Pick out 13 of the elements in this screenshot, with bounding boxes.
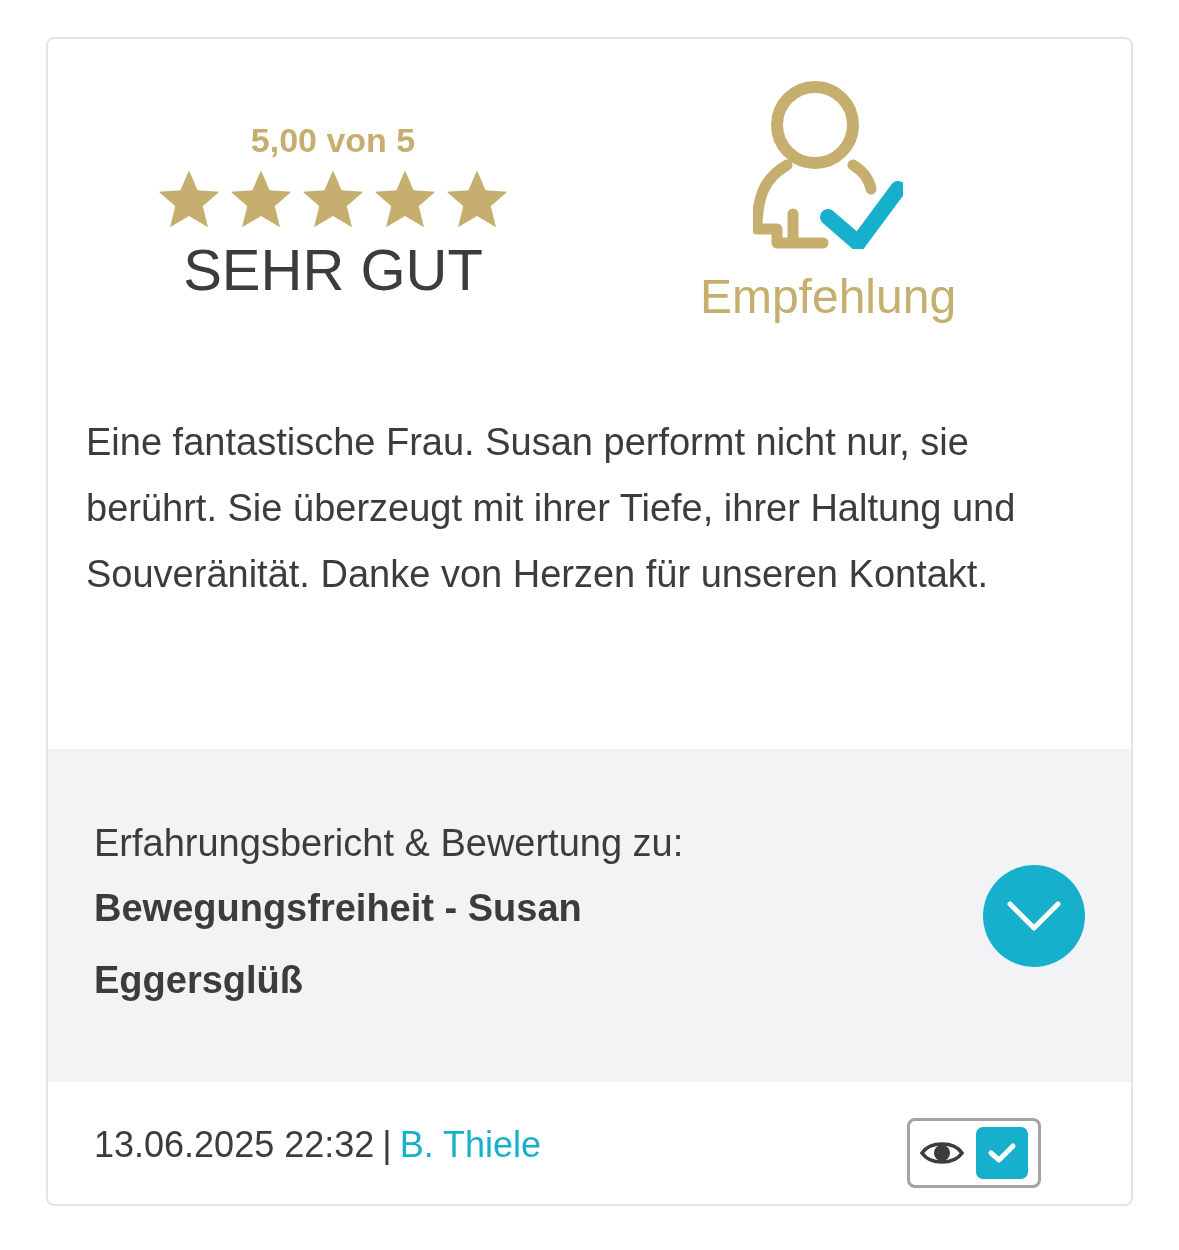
review-text: Eine fantastische Frau. Susan performt nicht nur, sie berührt. Sie überzeugt mit ihrer Tiefe, ihrer Haltung und Souveränität. Danke von Herzen für unseren Kontakt. [85,420,1017,597]
check-icon [987,1141,1017,1165]
verified-user-icon [753,79,903,249]
review-date: 13.06.2025 22:32 [94,1123,375,1167]
chevron-icon [1007,900,1061,931]
author-link[interactable]: B. Thiele [399,1118,542,1172]
subject-name: Bewegungsfreiheit - Susan Eggersglüß [94,886,583,1003]
rating-label: SEHR GUT [183,238,483,302]
subject-intro: Erfahrungsbericht & Bewertung zu: [94,821,685,866]
eye-icon [920,1139,964,1167]
rating-score: 5,00 von 5 [250,120,416,161]
separator: | [382,1123,392,1167]
recommendation-label: Empfehlung [699,269,957,325]
